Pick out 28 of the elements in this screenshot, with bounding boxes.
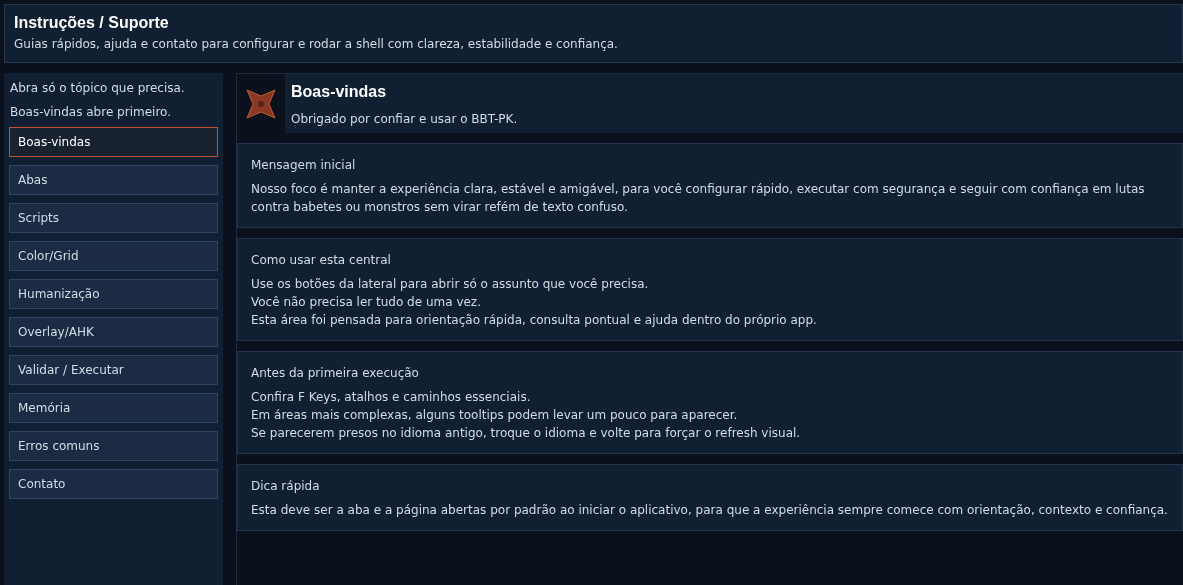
card-text: Esta deve ser a aba e a página abertas por padrão ao iniciar o aplicativo, para que a experiência sempre comece com orientação, contexto e confiança. xyxy=(251,502,1169,519)
sidebar-item[interactable]: Memória xyxy=(9,393,218,423)
card-heading: Mensagem inicial xyxy=(251,157,357,173)
page-title: Instruções / Suporte xyxy=(14,13,170,33)
sidebar-item[interactable]: Erros comuns xyxy=(9,431,218,461)
card-text: Confira F Keys, atalhos e caminhos essenciais. xyxy=(251,389,532,406)
card-text: Se parecerem presos no idioma antigo, troque o idioma e volte para forçar o refresh visual. xyxy=(251,425,802,442)
page-subtitle: Guias rápidos, ajuda e contato para configurar e rodar a shell com clareza, estabilidade e confiança. xyxy=(14,36,619,52)
card-text: Nosso foco é manter a experiência clara, estável e amigável, para você configurar rápido, executar com segurança e seguir com confiança em lutas contra babetes ou monstros sem virar refém de texto confuso. xyxy=(251,181,1146,216)
sidebar-item[interactable]: Boas-vindas xyxy=(9,127,218,157)
sidebar-item[interactable]: Overlay/AHK xyxy=(9,317,218,347)
hint-text: Boas-vindas abre primeiro. xyxy=(9,104,172,120)
sidebar-item[interactable]: Humanização xyxy=(9,279,218,309)
card-heading: Como usar esta central xyxy=(251,252,392,268)
section-title: Boas-vindas xyxy=(291,82,388,102)
sidebar-item[interactable]: Validar / Executar xyxy=(9,355,218,385)
card-heading: Dica rápida xyxy=(251,478,321,494)
card-text: Esta área foi pensada para orientação rápida, consulta pontual e ajuda dentro do próprio app. xyxy=(251,312,818,329)
card-text: Use os botões da lateral para abrir só o assunto que você precisa. xyxy=(251,276,650,293)
sidebar-item[interactable]: Color/Grid xyxy=(9,241,218,271)
section-subtitle: Obrigado por confiar e usar o BBT-PK. xyxy=(291,111,519,127)
sidebar-item[interactable]: Scripts xyxy=(9,203,218,233)
card-heading: Antes da primeira execução xyxy=(251,365,420,381)
card-text: Você não precisa ler tudo de uma vez. xyxy=(251,294,482,311)
card-text: Em áreas mais complexas, alguns tooltips podem levar um pouco para aparecer. xyxy=(251,407,739,424)
sidebar-item[interactable]: Contato xyxy=(9,469,218,499)
sidebar-item[interactable]: Abas xyxy=(9,165,218,195)
hint-text: Abra só o tópico que precisa. xyxy=(9,80,186,96)
